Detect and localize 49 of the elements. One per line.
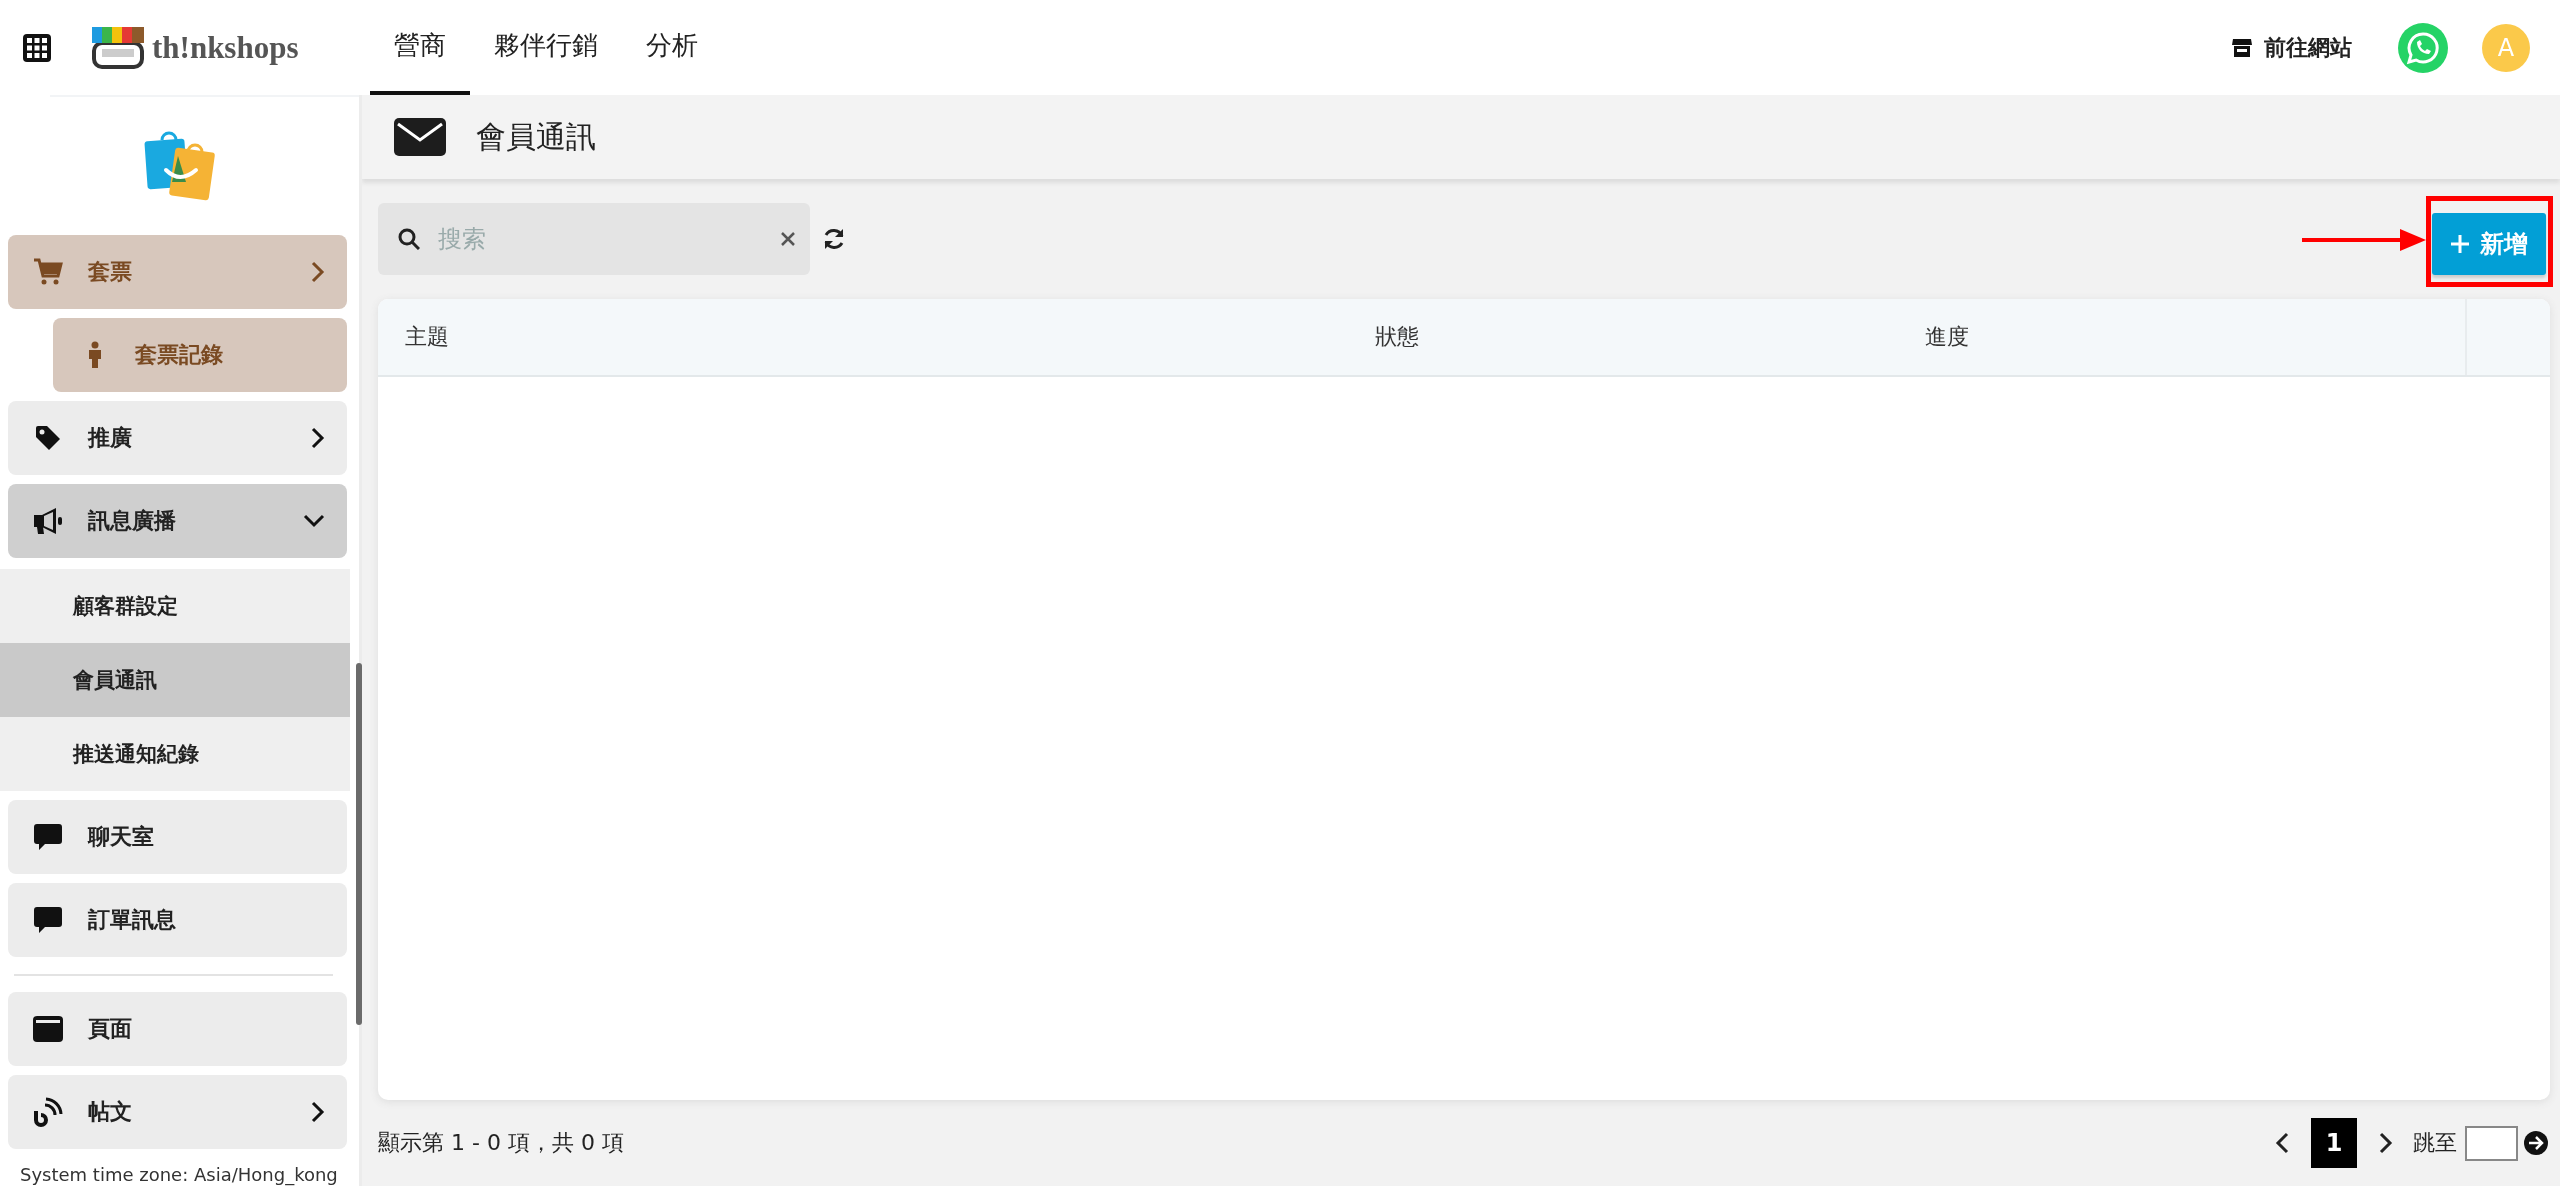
chevron-right-icon[interactable] [2379,1132,2393,1154]
speech-bubble-icon [34,823,62,851]
chevron-right-icon [311,1101,325,1123]
chevron-right-icon [311,261,325,283]
submenu-item[interactable]: 會員通訊 [0,643,350,717]
sidebar-item[interactable]: 頁面 [8,992,347,1066]
search-field[interactable]: 搜索 [378,203,810,275]
chevron-down-icon [303,514,325,528]
column-header: 狀態 [1374,323,1420,351]
cart-icon [33,258,63,286]
nav-tab[interactable]: 夥伴行銷 [470,0,622,95]
sidebar-item[interactable]: 訊息廣播 [8,484,347,558]
storefront-logo-icon [90,24,146,71]
page-title: 會員通訊 [476,117,596,156]
page-input[interactable] [2465,1125,2518,1161]
scrollbar-thumb[interactable] [356,663,362,1025]
chevron-right-icon [311,427,325,449]
window-icon [33,1016,63,1042]
page-button[interactable]: 1 [2311,1118,2357,1168]
submenu-item[interactable]: 推送通知紀錄 [0,717,350,791]
tag-icon [35,425,61,451]
submenu-item[interactable]: 顧客群設定 [0,569,350,643]
sidebar-item[interactable]: 套票 [8,235,347,309]
speech-bubble-icon [34,906,62,934]
sidebar-item[interactable]: 訂單訊息 [8,883,347,957]
jump-label: 跳至 [2413,1129,2457,1157]
chevron-left-icon[interactable] [2275,1132,2289,1154]
column-header: 主題 [404,323,450,351]
close-icon[interactable] [780,231,796,247]
person-icon [87,341,103,369]
nav-tab[interactable]: 分析 [622,0,722,95]
search-input[interactable]: 搜索 [438,225,762,253]
sidebar-item[interactable]: 帖文 [8,1075,347,1149]
envelope-icon [394,118,446,156]
plus-icon [2450,234,2470,254]
grid-menu-icon[interactable] [22,32,52,63]
column-header: 進度 [1924,323,1970,351]
submenu-item[interactable]: 套票記錄 [53,318,347,392]
pagination-summary: 顯示第 1 - 0 項，共 0 項 [378,1129,624,1157]
search-icon [398,228,420,250]
brand-name: th!nkshops [152,29,299,66]
arrow-circle-icon[interactable] [2524,1131,2548,1155]
refresh-icon[interactable] [822,227,846,251]
timezone-text: System time zone: Asia/Hong_kong [19,1163,339,1185]
sidebar-item[interactable]: 推廣 [8,401,347,475]
feed-signal-icon [33,1097,63,1127]
visit-site-link[interactable]: 前往網站 [2230,32,2352,63]
sidebar-item[interactable]: 聊天室 [8,800,347,874]
megaphone-icon [33,507,63,535]
